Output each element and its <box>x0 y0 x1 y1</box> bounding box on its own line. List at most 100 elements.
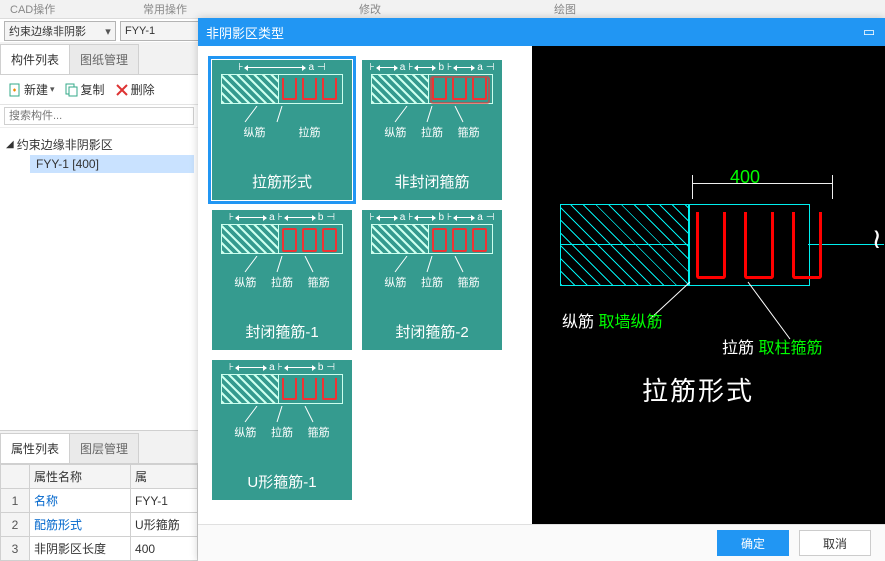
tree-root[interactable]: ◢ 约束边缘非阴影区 <box>4 134 194 155</box>
delete-button[interactable]: 删除 <box>111 79 159 100</box>
ok-button[interactable]: 确定 <box>717 530 789 556</box>
menu-mod[interactable]: 修改 <box>260 0 480 18</box>
property-name: 非阴影区长度 <box>30 537 131 561</box>
hatch-icon <box>222 375 279 403</box>
dimension-row: ⊦a⊦b⊣ <box>229 210 335 224</box>
tab-attributes[interactable]: 属性列表 <box>0 433 70 463</box>
col-name: 属性名称 <box>30 465 131 489</box>
search-input[interactable] <box>4 107 194 125</box>
tree-item-fyy1[interactable]: FYY-1 [400] <box>30 155 194 173</box>
section-icon <box>221 374 343 404</box>
leader-lines <box>227 106 337 124</box>
col-index <box>1 465 30 489</box>
option-title: 封闭箍筋-1 <box>212 317 352 350</box>
maximize-icon[interactable]: ▭ <box>861 24 877 40</box>
row-index: 1 <box>1 489 30 513</box>
preview-rebars <box>696 212 822 279</box>
label-row: 纵筋拉筋 <box>227 124 337 140</box>
row-index: 3 <box>1 537 30 561</box>
tab-components[interactable]: 构件列表 <box>0 44 70 74</box>
property-value[interactable]: U形箍筋 <box>131 513 198 537</box>
property-value[interactable]: FYY-1 <box>131 489 198 513</box>
rebar-icon <box>322 78 337 100</box>
property-row[interactable]: 1名称FYY-1 <box>1 489 198 513</box>
section-icon <box>221 224 343 254</box>
tab-layers[interactable]: 图层管理 <box>69 433 139 463</box>
rebar-icon <box>282 228 297 252</box>
chevron-down-icon: ▾ <box>50 84 55 95</box>
menu-common[interactable]: 常用操作 <box>70 0 260 18</box>
hatch-icon <box>222 225 279 253</box>
file-plus-icon <box>8 83 22 97</box>
hatched-wall-icon <box>560 204 690 286</box>
preview-title: 拉筋形式 <box>642 371 754 408</box>
copy-button[interactable]: 复制 <box>61 79 109 100</box>
rebar-icon <box>432 78 447 100</box>
option-card[interactable]: ⊦a⊦b⊣ 纵筋拉筋箍筋封闭箍筋-1 <box>212 210 352 350</box>
property-row[interactable]: 3非阴影区长度400 <box>1 537 198 561</box>
copy-button-label: 复制 <box>81 81 105 98</box>
label-row: 纵筋拉筋箍筋 <box>227 274 337 290</box>
leader-lines <box>377 106 487 124</box>
rebar-icon <box>282 378 297 400</box>
preview-label-tie: 拉筋 取柱箍筋 <box>722 334 822 358</box>
dialog-titlebar: 非阴影区类型 ▭ <box>198 18 885 46</box>
tree-root-label: 约束边缘非阴影区 <box>17 136 113 153</box>
category-combo[interactable]: 约束边缘非阴影 ▾ <box>4 21 116 41</box>
delete-icon <box>115 83 129 97</box>
tab-drawings[interactable]: 图纸管理 <box>69 44 139 74</box>
rebar-icon <box>322 378 337 400</box>
cancel-button[interactable]: 取消 <box>799 530 871 556</box>
property-value[interactable]: 400 <box>131 537 198 561</box>
dimension-row: ⊦a⊦b⊦a⊣ <box>369 210 494 224</box>
rebar-icon <box>744 212 774 279</box>
property-name: 配筋形式 <box>30 513 131 537</box>
hatch-icon <box>372 225 429 253</box>
preview-pane: 400 ≀ <box>532 46 885 525</box>
section-icon <box>371 224 493 254</box>
property-tabs: 属性列表 图层管理 <box>0 431 198 464</box>
section-icon <box>221 74 343 104</box>
rebar-icon <box>282 78 297 100</box>
option-card[interactable]: ⊦a⊦b⊣纵筋拉筋箍筋U形箍筋-1 <box>212 360 352 500</box>
new-button[interactable]: 新建 ▾ <box>4 79 59 100</box>
top-menu: CAD操作 常用操作 修改 绘图 <box>0 0 885 19</box>
break-line-icon: ≀ <box>872 222 883 255</box>
rebar-icon <box>302 378 317 400</box>
rebar-icon <box>302 78 317 100</box>
property-panel: 属性列表 图层管理 属性名称 属 1名称FYY-12配筋形式U形箍筋3非阴影区长… <box>0 430 198 561</box>
leader-lines <box>227 406 337 424</box>
new-button-label: 新建 <box>24 81 48 98</box>
property-row[interactable]: 2配筋形式U形箍筋 <box>1 513 198 537</box>
property-table: 属性名称 属 1名称FYY-12配筋形式U形箍筋3非阴影区长度400 <box>0 464 198 561</box>
rebar-icon <box>432 228 447 252</box>
preview-dimension-value: 400 <box>730 167 760 188</box>
menu-draw[interactable]: 绘图 <box>480 0 650 18</box>
item-combo-value: FYY-1 <box>125 25 155 37</box>
option-card[interactable]: ⊦a⊣ 纵筋拉筋拉筋形式 <box>212 60 352 200</box>
rebar-icon <box>792 212 822 279</box>
rebar-icon <box>472 78 487 100</box>
rebar-icon <box>322 228 337 252</box>
property-name: 名称 <box>30 489 131 513</box>
search-box <box>0 105 198 128</box>
option-title: 拉筋形式 <box>212 167 352 200</box>
label-row: 纵筋拉筋箍筋 <box>377 274 487 290</box>
hatch-icon <box>222 75 279 103</box>
rebar-icon <box>452 228 467 252</box>
dimension-row: ⊦a⊣ <box>238 60 326 74</box>
rebar-icon <box>696 212 726 279</box>
type-dialog: 非阴影区类型 ▭ ⊦a⊣纵筋拉筋拉筋形式⊦a⊦b⊦a⊣纵筋拉筋箍筋非封闭箍筋⊦a… <box>198 18 885 561</box>
option-card[interactable]: ⊦a⊦b⊦a⊣纵筋拉筋箍筋封闭箍筋-2 <box>362 210 502 350</box>
row-index: 2 <box>1 513 30 537</box>
option-card[interactable]: ⊦a⊦b⊦a⊣纵筋拉筋箍筋非封闭箍筋 <box>362 60 502 200</box>
window-controls: ▭ <box>861 24 877 40</box>
component-tree: ◢ 约束边缘非阴影区 FYY-1 [400] <box>0 128 198 179</box>
menu-cad[interactable]: CAD操作 <box>0 0 70 18</box>
rebar-icon <box>472 228 487 252</box>
leader-lines <box>377 256 487 274</box>
category-combo-value: 约束边缘非阴影 <box>9 23 86 39</box>
rebar-icon <box>452 78 467 100</box>
leader-lines <box>227 256 337 274</box>
hatch-icon <box>372 75 429 103</box>
